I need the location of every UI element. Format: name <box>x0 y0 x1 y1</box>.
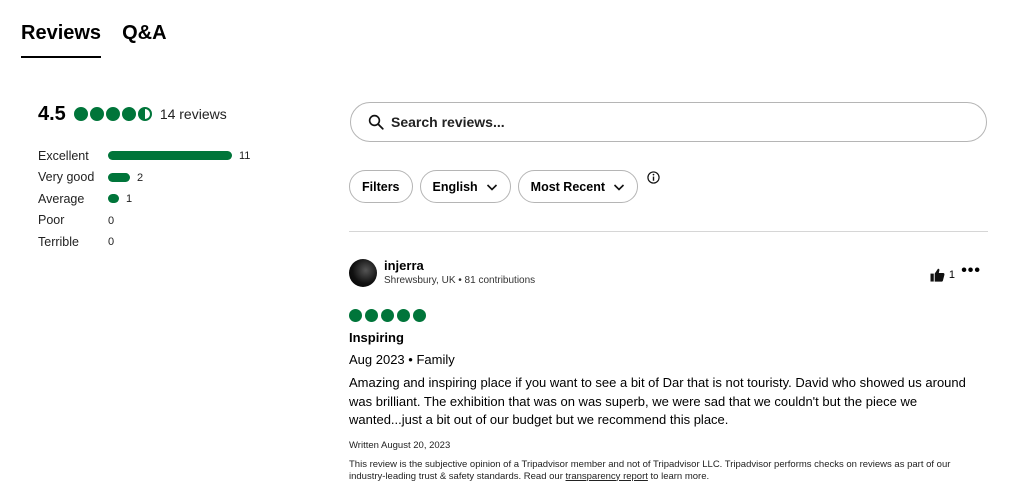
language-dropdown[interactable]: English <box>419 170 511 203</box>
more-options-icon[interactable]: ••• <box>961 263 981 279</box>
rating-bubble <box>381 309 394 322</box>
tab-qa[interactable]: Q&A <box>122 22 166 58</box>
rating-bar <box>108 172 232 182</box>
review-card: injerra Shrewsbury, UK • 81 contribution… <box>349 258 989 483</box>
rating-row-very-good[interactable]: Very good 2 <box>38 167 298 189</box>
rating-row-label: Very good <box>38 170 95 185</box>
rating-bubble-half <box>137 107 152 121</box>
filters-button-label: Filters <box>362 179 400 194</box>
rating-bar <box>108 151 232 161</box>
review-author[interactable]: injerra <box>384 258 535 274</box>
rating-bubble <box>121 107 136 121</box>
rating-row-excellent[interactable]: Excellent 11 <box>38 145 298 167</box>
filter-bar: Filters English Most Recent <box>349 170 660 203</box>
review-disclaimer: This review is the subjective opinion of… <box>349 459 989 483</box>
review-bubble-rating <box>349 309 989 322</box>
rating-row-count: 2 <box>137 171 144 184</box>
search-box[interactable] <box>350 102 987 142</box>
sort-dropdown-label: Most Recent <box>530 179 605 194</box>
tab-bar: Reviews Q&A <box>21 22 167 58</box>
review-title[interactable]: Inspiring <box>349 330 989 345</box>
filters-button[interactable]: Filters <box>349 170 413 203</box>
sort-dropdown[interactable]: Most Recent <box>517 170 638 203</box>
info-icon[interactable] <box>647 171 660 184</box>
rating-bubble <box>73 107 88 121</box>
rating-bar <box>108 216 232 225</box>
rating-bubble <box>397 309 410 322</box>
rating-row-average[interactable]: Average 1 <box>38 188 298 210</box>
overall-score: 4.5 <box>38 102 66 125</box>
rating-bar <box>108 237 232 246</box>
rating-summary: 4.5 14 reviews Excellent 11 Very good 2 … <box>38 102 298 253</box>
avatar[interactable] <box>349 258 377 287</box>
tab-reviews[interactable]: Reviews <box>21 22 102 58</box>
rating-row-count: 1 <box>126 193 133 205</box>
rating-row-count: 11 <box>239 150 251 162</box>
helpful-count: 1 <box>948 269 955 281</box>
author-meta: Shrewsbury, UK • 81 contributions <box>384 275 536 286</box>
rating-bar-fill <box>108 172 130 182</box>
rating-bar-fill <box>108 151 232 161</box>
rating-row-poor[interactable]: Poor 0 <box>38 210 298 232</box>
rating-row-count: 0 <box>108 214 115 227</box>
chevron-down-icon <box>613 183 625 191</box>
transparency-report-link[interactable]: transparency report <box>566 471 648 482</box>
rating-row-terrible[interactable]: Terrible 0 <box>38 231 298 253</box>
rating-breakdown: Excellent 11 Very good 2 Average 1 Poor <box>38 145 298 253</box>
review-date: Aug 2023 • Family <box>349 352 455 367</box>
chevron-down-icon <box>486 183 497 191</box>
written-date: Written August 20, 2023 <box>349 439 451 451</box>
rating-bubble <box>365 309 378 322</box>
rating-bubble <box>349 309 362 322</box>
rating-row-label: Poor <box>38 213 65 228</box>
review-count: 14 reviews <box>159 106 227 122</box>
thumbs-up-icon <box>930 268 945 282</box>
divider <box>349 231 988 232</box>
rating-bar-fill <box>108 194 119 204</box>
search-input[interactable] <box>391 114 951 130</box>
disclaimer-text-end: to learn more. <box>647 470 710 482</box>
overall-bubble-rating <box>73 107 152 121</box>
rating-bubble <box>413 309 426 322</box>
helpful-vote-button[interactable]: 1 <box>930 268 955 282</box>
rating-row-count: 0 <box>108 236 115 248</box>
rating-bubble <box>105 107 120 121</box>
search-icon <box>368 114 384 130</box>
rating-bubble <box>89 107 104 121</box>
rating-row-label: Average <box>38 191 85 206</box>
rating-row-label: Excellent <box>38 148 89 163</box>
rating-row-label: Terrible <box>38 234 79 249</box>
review-body: Amazing and inspiring place if you want … <box>349 375 966 427</box>
language-dropdown-label: English <box>432 179 478 194</box>
